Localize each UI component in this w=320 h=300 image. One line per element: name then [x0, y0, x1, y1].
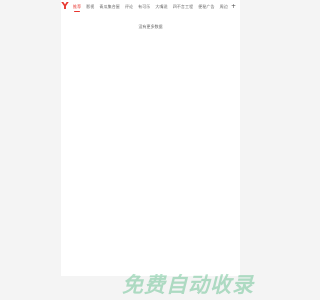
tab-big-mouth[interactable]: 大嘴说 [155, 0, 167, 14]
tab-recommend[interactable]: 推荐 [73, 0, 81, 14]
empty-state-text: 没有更多数据 [138, 24, 163, 29]
feed-content: 没有更多数据 [61, 14, 240, 276]
tab-video[interactable]: 影视 [86, 0, 94, 14]
watermark-text: 免费自动收录 [122, 273, 254, 297]
tab-comments[interactable]: 评论 [125, 0, 133, 14]
app-page: Y 推荐 影视 青瓜集合屋 评论 有可乐 大嘴说 四不言工程 便秘广告 周边 +… [0, 0, 300, 300]
app-logo[interactable]: Y [61, 2, 69, 12]
add-tab-icon[interactable]: + [231, 0, 236, 14]
nav-tabs: 推荐 影视 青瓜集合屋 评论 有可乐 大嘴说 四不言工程 便秘广告 周边 [73, 0, 233, 14]
tab-cola[interactable]: 有可乐 [138, 0, 150, 14]
tab-engineering[interactable]: 四不言工程 [173, 0, 194, 14]
tab-around[interactable]: 周边 [220, 0, 228, 14]
tab-ads[interactable]: 便秘广告 [198, 0, 214, 14]
top-nav-bar: Y 推荐 影视 青瓜集合屋 评论 有可乐 大嘴说 四不言工程 便秘广告 周边 + [61, 0, 240, 14]
tab-collection[interactable]: 青瓜集合屋 [99, 0, 120, 14]
